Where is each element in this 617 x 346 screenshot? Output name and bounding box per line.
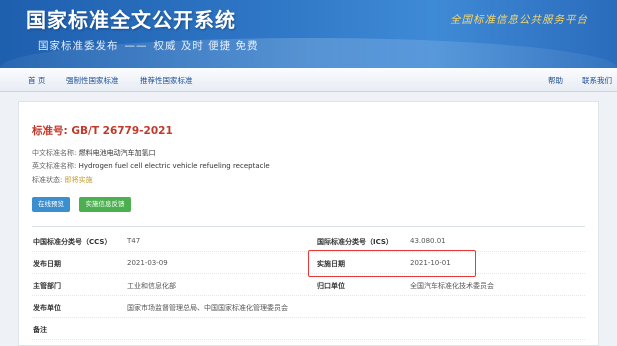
site-banner: 国家标准全文公开系统 国家标准委发布 —— 权威 及时 便捷 免费 全国标准信息公共… bbox=[0, 0, 617, 68]
subtitle-right: 权威 及时 便捷 免费 bbox=[153, 40, 259, 52]
top-nav: 首 页 强制性国家标准 推荐性国家标准 帮助 联系我们 bbox=[0, 68, 617, 92]
owner-value: 全国汽车标准化技术委员会 bbox=[410, 282, 494, 290]
issuer-label: 发布单位 bbox=[33, 304, 61, 312]
ics-label: 国际标准分类号（ICS） bbox=[317, 238, 393, 246]
owner-label: 归口单位 bbox=[317, 282, 345, 290]
standard-number-value: GB/T 26779-2021 bbox=[71, 125, 173, 137]
site-subtitle: 国家标准委发布 —— 权威 及时 便捷 免费 bbox=[38, 38, 259, 53]
site-title: 国家标准全文公开系统 bbox=[26, 8, 236, 32]
publish-date-label: 发布日期 bbox=[33, 260, 61, 268]
table-row: 中国标准分类号（CCS） T47 国际标准分类号（ICS） 43.080.01 bbox=[32, 230, 585, 252]
cn-name-row: 中文标准名称: 燃料电池电动汽车加氢口 bbox=[32, 148, 156, 158]
en-name-label: 英文标准名称: bbox=[32, 162, 77, 170]
nav-contact[interactable]: 联系我们 bbox=[582, 75, 612, 86]
status-row: 标准状态: 即将实施 bbox=[32, 175, 93, 185]
status-badge: 即将实施 bbox=[64, 176, 93, 184]
nav-recommended[interactable]: 推荐性国家标准 bbox=[140, 75, 193, 86]
publish-date-value: 2021-03-09 bbox=[127, 259, 168, 267]
remark-label: 备注 bbox=[33, 326, 47, 334]
table-row: 发布单位 国家市场监督管理总局、中国国家标准化管理委员会 bbox=[32, 296, 585, 318]
table-row: 主管部门 工业和信息化部 归口单位 全国汽车标准化技术委员会 bbox=[32, 274, 585, 296]
ccs-label: 中国标准分类号（CCS） bbox=[33, 238, 112, 246]
subtitle-separator: —— bbox=[124, 40, 148, 52]
table-row: 备注 bbox=[32, 318, 585, 340]
section-divider bbox=[32, 226, 585, 227]
en-name-row: 英文标准名称: Hydrogen fuel cell electric vehi… bbox=[32, 161, 270, 171]
ics-value: 43.080.01 bbox=[410, 237, 446, 245]
nav-help[interactable]: 帮助 bbox=[548, 75, 563, 86]
effective-date-highlight-box bbox=[308, 250, 476, 277]
standard-number: 标准号: GB/T 26779-2021 bbox=[32, 123, 173, 138]
nav-home[interactable]: 首 页 bbox=[28, 75, 45, 86]
cn-name-value: 燃料电池电动汽车加氢口 bbox=[78, 149, 156, 157]
platform-logo-text: 全国标准信息公共服务平台 bbox=[450, 14, 588, 26]
standard-detail-card: 标准号: GB/T 26779-2021 中文标准名称: 燃料电池电动汽车加氢口… bbox=[18, 101, 599, 346]
nav-mandatory[interactable]: 强制性国家标准 bbox=[66, 75, 119, 86]
dept-value: 工业和信息化部 bbox=[127, 282, 176, 290]
issuer-value: 国家市场监督管理总局、中国国家标准化管理委员会 bbox=[127, 304, 288, 312]
standard-number-label: 标准号: bbox=[32, 125, 68, 137]
en-name-value: Hydrogen fuel cell electric vehicle refu… bbox=[78, 162, 270, 170]
dept-label: 主管部门 bbox=[33, 282, 61, 290]
feedback-button[interactable]: 实施信息反馈 bbox=[79, 197, 131, 212]
cn-name-label: 中文标准名称: bbox=[32, 149, 77, 157]
preview-button[interactable]: 在线预览 bbox=[32, 197, 70, 212]
status-label: 标准状态: bbox=[32, 176, 63, 184]
ccs-value: T47 bbox=[127, 237, 141, 245]
subtitle-left: 国家标准委发布 bbox=[38, 40, 119, 52]
